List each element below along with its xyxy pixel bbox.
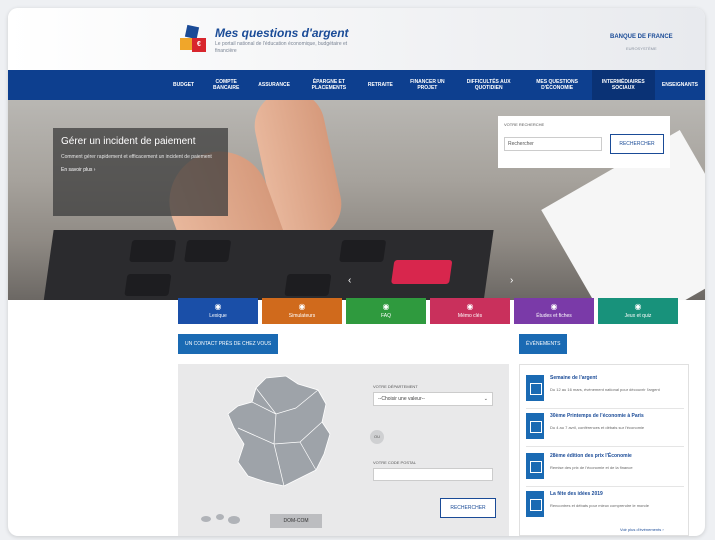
dom-com-button[interactable]: DOM-COM <box>270 514 322 528</box>
event-item[interactable]: Semaine de l'argent Du 12 au 16 mars, év… <box>526 373 684 409</box>
nav-item-economie[interactable]: MES QUESTIONS D'ÉCONOMIE <box>523 79 592 91</box>
tile-lexique[interactable]: ◉ Lexique <box>178 298 258 324</box>
event-item[interactable]: 30ème Printemps de l'économie à Paris Du… <box>526 411 684 447</box>
question-icon: ◉ <box>382 302 390 311</box>
dom-map-icon <box>201 514 240 524</box>
hero-caption: Gérer un incident de paiement Comment gé… <box>53 128 228 216</box>
search-panel: VOTRE RECHERCHE Rechercher RECHERCHER <box>498 116 670 168</box>
tile-faq[interactable]: ◉ FAQ <box>346 298 426 324</box>
or-badge: OU <box>370 430 384 444</box>
search-input[interactable]: Rechercher <box>504 137 602 151</box>
department-value: --Choisir une valeur-- <box>378 396 425 402</box>
department-select[interactable]: --Choisir une valeur-- ⌄ <box>373 392 493 406</box>
event-desc: Du 12 au 16 mars, événement national pou… <box>550 387 660 392</box>
chevron-down-icon: ⌄ <box>483 396 488 402</box>
site-subtitle: Le portail national de l'éducation écono… <box>215 41 348 54</box>
event-title[interactable]: 30ème Printemps de l'économie à Paris <box>550 413 680 419</box>
tile-memo[interactable]: ◉ Mémo clés <box>430 298 510 324</box>
main-navigation: BUDGET COMPTE BANCAIRE ASSURANCE ÉPARGNE… <box>8 70 705 100</box>
nav-item-retraite[interactable]: RETRAITE <box>361 82 400 88</box>
calendar-icon <box>526 491 544 517</box>
tile-simulateurs[interactable]: ◉ Simulateurs <box>262 298 342 324</box>
calculator-image <box>42 230 494 300</box>
contact-panel: VOTRE DÉPARTEMENT --Choisir une valeur--… <box>178 364 509 536</box>
department-label: VOTRE DÉPARTEMENT <box>373 384 418 389</box>
calendar-icon <box>526 453 544 479</box>
postal-code-label: VOTRE CODE POSTAL <box>373 460 417 465</box>
partner-sub: EUROSYSTÈME <box>626 46 657 51</box>
calendar-icon <box>526 413 544 439</box>
puzzle-icon: ◉ <box>634 302 642 311</box>
nav-item-enseignants[interactable]: ENSEIGNANTS <box>655 82 705 88</box>
tile-label: Études et fiches <box>536 313 572 319</box>
document-icon: ◉ <box>550 302 558 311</box>
tile-label: Jeux et quiz <box>624 313 652 319</box>
event-title[interactable]: Semaine de l'argent <box>550 375 680 381</box>
events-section-title: ÉVÉNEMENTS <box>519 334 568 354</box>
slider-prev-icon[interactable]: ‹ <box>348 275 351 286</box>
event-desc: Rencontres et débats pour mieux comprend… <box>550 503 649 508</box>
event-item[interactable]: La fête des idées 2019 Rencontres et déb… <box>526 489 684 525</box>
key-icon: ◉ <box>466 302 474 311</box>
nav-item-assurance[interactable]: ASSURANCE <box>251 82 297 88</box>
tile-label: Lexique <box>209 313 227 319</box>
partner-name: BANQUE DE FRANCE <box>610 34 673 40</box>
tile-label: Simulateurs <box>288 313 316 319</box>
events-panel: Semaine de l'argent Du 12 au 16 mars, év… <box>519 364 689 536</box>
hero-banner: Gérer un incident de paiement Comment gé… <box>8 100 705 300</box>
nav-item-intermediaires[interactable]: INTERMÉDIAIRES SOCIAUX <box>591 70 655 100</box>
tile-label: Mémo clés <box>457 313 483 319</box>
partner-logo[interactable]: BANQUE DE FRANCE EUROSYSTÈME <box>610 34 673 51</box>
search-button[interactable]: RECHERCHER <box>610 134 664 154</box>
quick-links: ◉ Lexique ◉ Simulateurs ◉ FAQ ◉ Mémo clé… <box>178 298 678 324</box>
hero-title[interactable]: Gérer un incident de paiement <box>61 136 220 148</box>
tile-jeux[interactable]: ◉ Jeux et quiz <box>598 298 678 324</box>
search-label: VOTRE RECHERCHE <box>504 122 545 127</box>
site-title[interactable]: Mes questions d'argent <box>215 26 349 40</box>
slider-next-icon[interactable]: › <box>510 275 513 286</box>
nav-item-epargne[interactable]: ÉPARGNE ET PLACEMENTS <box>297 79 361 91</box>
event-desc: Du 4 au 7 avril, conférences et débats s… <box>550 425 645 430</box>
event-desc: Remise des prix de l'économie et de la f… <box>550 465 633 470</box>
tile-label: FAQ <box>380 313 391 319</box>
contact-search-button[interactable]: RECHERCHER <box>440 498 496 518</box>
nav-item-financer[interactable]: FINANCER UN PROJET <box>400 79 455 91</box>
events-more-link[interactable]: Voir plus d'événements › <box>620 527 664 532</box>
hero-text: Comment gérer rapidement et efficacement… <box>61 154 212 160</box>
site-logo-icon[interactable]: € <box>180 24 210 54</box>
nav-item-compte[interactable]: COMPTE BANCAIRE <box>201 79 251 91</box>
calendar-icon <box>526 375 544 401</box>
nav-item-difficultes[interactable]: DIFFICULTÉS AUX QUOTIDIEN <box>455 79 523 91</box>
site-header: € Mes questions d'argent Le portail nati… <box>8 8 705 70</box>
calculator-icon: ◉ <box>298 302 306 311</box>
book-icon: ◉ <box>214 302 222 311</box>
tile-etudes[interactable]: ◉ Études et fiches <box>514 298 594 324</box>
hero-more-link[interactable]: En savoir plus › <box>61 167 220 173</box>
france-map[interactable] <box>226 374 336 494</box>
nav-item-budget[interactable]: BUDGET <box>166 82 201 88</box>
postal-code-input[interactable] <box>373 468 493 481</box>
browser-frame: € Mes questions d'argent Le portail nati… <box>8 8 705 536</box>
event-title[interactable]: La fête des idées 2019 <box>550 491 680 497</box>
event-item[interactable]: 28ème édition des prix l'Économie Remise… <box>526 451 684 487</box>
contact-section-title: UN CONTACT PRÈS DE CHEZ VOUS <box>178 334 279 354</box>
event-title[interactable]: 28ème édition des prix l'Économie <box>550 453 680 459</box>
